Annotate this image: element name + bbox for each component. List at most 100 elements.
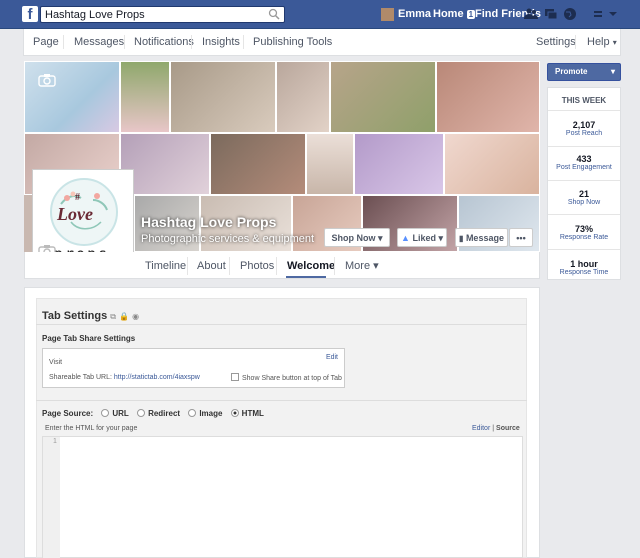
show-share-label: Show Share button at top of Tab xyxy=(242,375,342,382)
stat-label: Shop Now xyxy=(567,199,601,206)
message-button[interactable]: ▮ Message xyxy=(455,228,508,247)
source-link[interactable]: Source xyxy=(496,425,520,432)
home-label: Home xyxy=(433,8,464,20)
search-icon[interactable] xyxy=(268,8,280,20)
stat-value: 433 xyxy=(576,154,592,164)
cover-tile xyxy=(354,133,444,195)
nav-settings[interactable]: Settings xyxy=(536,29,576,55)
editor-source-toggle: Editor | Source xyxy=(472,425,520,432)
stat-value: 1 hour xyxy=(570,259,598,269)
avatar[interactable] xyxy=(381,8,394,21)
facebook-logo-icon[interactable]: f xyxy=(22,6,38,22)
nav-publishing-tools[interactable]: Publishing Tools xyxy=(253,29,332,55)
show-share-checkbox[interactable] xyxy=(231,373,239,381)
shareable-url-link[interactable]: http://statictab.com/4iaxspw xyxy=(114,374,200,381)
shop-now-button[interactable]: Shop Now ▾ xyxy=(324,228,390,247)
editor-link[interactable]: Editor xyxy=(472,425,490,432)
radio-image-label: Image xyxy=(199,409,223,418)
profile-link[interactable]: Emma xyxy=(398,0,431,29)
radio-image[interactable] xyxy=(188,409,197,417)
html-source-editor[interactable] xyxy=(42,436,523,558)
cover-tile xyxy=(210,133,306,195)
search-input[interactable] xyxy=(41,7,266,22)
lock-icon[interactable]: 🔒 xyxy=(119,312,129,321)
help-label: Help xyxy=(587,36,610,48)
radio-html-label: HTML xyxy=(241,409,264,418)
privacy-shortcuts-icon[interactable] xyxy=(592,7,606,21)
message-icon: ▮ xyxy=(459,234,464,243)
message-label: Message xyxy=(465,233,504,243)
settings-dropdown-icon[interactable] xyxy=(606,7,620,21)
line-number: 1 xyxy=(53,438,57,445)
radio-html[interactable] xyxy=(230,409,239,417)
search-box[interactable] xyxy=(40,6,285,23)
tab-timeline[interactable]: Timeline xyxy=(145,253,186,279)
cover-tile xyxy=(276,61,330,133)
radio-url-label: URL xyxy=(112,409,129,418)
show-share-row: Show Share button at top of Tab xyxy=(231,373,342,382)
cover-tile xyxy=(24,61,120,133)
divider xyxy=(548,214,620,215)
radio-redirect-label: Redirect xyxy=(148,409,181,418)
share-settings-heading: Page Tab Share Settings xyxy=(42,334,136,343)
active-tab-indicator xyxy=(286,276,326,278)
page-category[interactable]: Photographic services & equipment xyxy=(141,233,314,245)
stat-post-reach[interactable]: 2,107 Post Reach xyxy=(548,120,620,137)
divider xyxy=(334,257,335,275)
divider xyxy=(36,400,527,401)
page-name[interactable]: Hashtag Love Props xyxy=(141,214,276,230)
divider xyxy=(548,249,620,250)
camera-icon[interactable] xyxy=(38,73,56,87)
html-prompt: Enter the HTML for your page xyxy=(45,425,138,432)
promote-label: Promote xyxy=(555,67,588,76)
this-week-heading: THIS WEEK xyxy=(561,96,607,105)
notifications-globe-icon[interactable] xyxy=(563,7,577,21)
radio-redirect[interactable] xyxy=(137,409,146,417)
visit-link[interactable]: Visit xyxy=(49,359,62,366)
nav-page[interactable]: Page xyxy=(33,29,59,55)
logo-hash: # xyxy=(75,192,80,203)
tab-about[interactable]: About xyxy=(197,253,226,279)
liked-button[interactable]: ▲ Liked ▾ xyxy=(397,228,447,247)
stat-label: Post Reach xyxy=(565,130,603,137)
stat-post-engagement[interactable]: 433 Post Engagement xyxy=(548,154,620,171)
cover-tile xyxy=(444,133,540,195)
stat-label: Response Time xyxy=(559,269,609,276)
nav-notifications[interactable]: Notifications xyxy=(134,29,194,55)
stat-shop-now[interactable]: 21 Shop Now xyxy=(548,189,620,206)
tab-photos[interactable]: Photos xyxy=(240,253,274,279)
divider xyxy=(124,35,125,49)
page-tabs xyxy=(24,252,540,279)
info-icon[interactable]: ◉ xyxy=(132,312,139,321)
divider xyxy=(575,35,576,49)
stat-response-rate[interactable]: 73% Response Rate xyxy=(548,224,620,241)
cover-tile xyxy=(170,61,276,133)
divider xyxy=(548,146,620,147)
logo-love: Love xyxy=(57,204,93,224)
divider xyxy=(36,324,527,325)
toggle-separator: | xyxy=(492,425,495,432)
messages-icon[interactable] xyxy=(544,7,558,21)
nav-messages[interactable]: Messages xyxy=(74,29,124,55)
nav-insights[interactable]: Insights xyxy=(202,29,240,55)
external-link-icon[interactable]: ⧉ xyxy=(110,312,116,321)
more-actions-button[interactable]: ••• xyxy=(509,228,533,247)
shareable-url-label: Shareable Tab URL: xyxy=(49,374,112,381)
edit-link[interactable]: Edit xyxy=(326,354,338,361)
tab-more[interactable]: More ▾ xyxy=(345,253,379,279)
help-caret-icon: ▾ xyxy=(612,38,617,47)
home-link[interactable]: Home 1 xyxy=(433,0,476,29)
promote-button[interactable]: Promote ▾ xyxy=(547,63,621,81)
divider xyxy=(63,35,64,49)
divider xyxy=(548,110,620,111)
cover-tile xyxy=(120,61,170,133)
radio-url[interactable] xyxy=(101,409,110,417)
divider xyxy=(548,180,620,181)
friend-requests-icon[interactable] xyxy=(524,7,538,21)
promote-caret-icon: ▾ xyxy=(610,67,615,76)
thumbs-up-icon: ▲ xyxy=(401,233,410,243)
nav-help[interactable]: Help ▾ xyxy=(587,29,617,55)
stat-label: Response Rate xyxy=(559,234,609,241)
stat-response-time[interactable]: 1 hour Response Time xyxy=(548,259,620,276)
stat-label: Post Engagement xyxy=(556,164,612,171)
